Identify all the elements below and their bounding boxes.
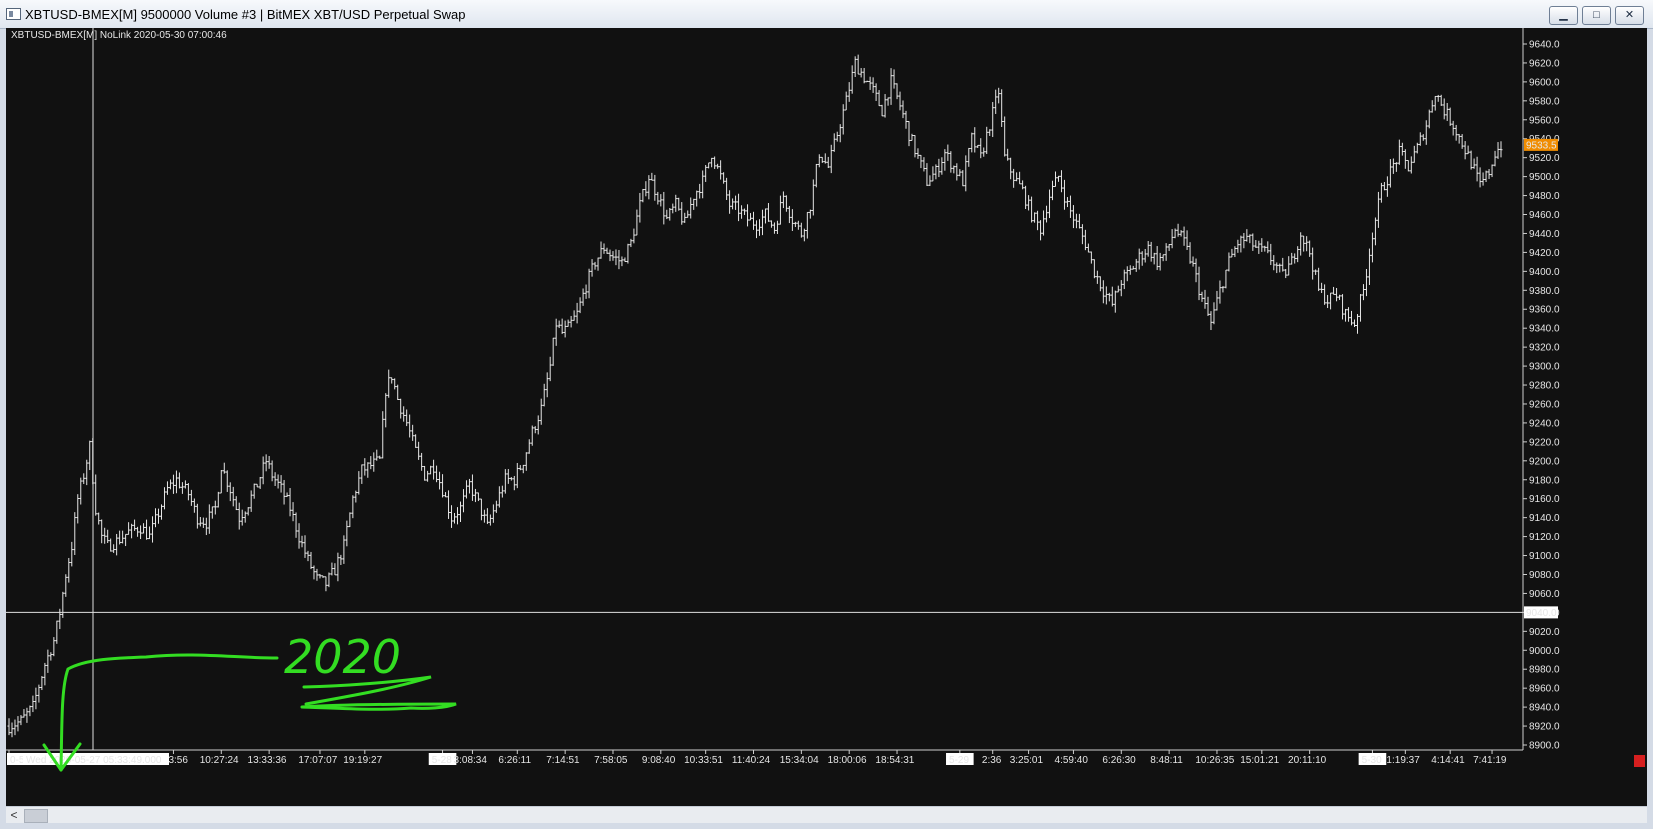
plot-background xyxy=(6,28,1523,750)
price-chart[interactable]: 9640.09620.09600.09580.09560.09540.09520… xyxy=(6,28,1647,806)
x-tick-label: 3:08:34 xyxy=(454,755,488,766)
y-tick-label: 9520.0 xyxy=(1529,153,1560,164)
y-tick-label: 9600.0 xyxy=(1529,77,1560,88)
y-tick-label: 9580.0 xyxy=(1529,96,1560,107)
y-tick-label: 9440.0 xyxy=(1529,229,1560,240)
y-tick-label: 9140.0 xyxy=(1529,513,1560,524)
chart-header-text: XBTUSD-BMEX[M] NoLink 2020-05-30 07:00:4… xyxy=(11,30,227,41)
annotation-2020-text: 2020 xyxy=(284,630,401,684)
x-tick-label: 6:26:30 xyxy=(1102,755,1136,766)
cursor-price-label: 9040.0 xyxy=(1526,608,1557,619)
y-tick-label: 9120.0 xyxy=(1529,532,1560,543)
last-price-label: 9533.5 xyxy=(1526,140,1557,151)
y-tick-label: 9400.0 xyxy=(1529,267,1560,278)
x-tick-label: 17:07:07 xyxy=(298,755,337,766)
y-tick-label: 9220.0 xyxy=(1529,437,1560,448)
x-tick-label: 15:01:21 xyxy=(1240,755,1279,766)
y-tick-label: 9340.0 xyxy=(1529,324,1560,335)
y-tick-label: 9060.0 xyxy=(1529,589,1560,600)
close-button[interactable]: ✕ xyxy=(1615,6,1644,25)
y-tick-label: 9000.0 xyxy=(1529,646,1560,657)
x-tick-label: 2:36 xyxy=(982,755,1002,766)
cursor-time-label: Wed 2020-05-27 05:33:49.000 xyxy=(26,755,162,766)
y-tick-label: 8900.0 xyxy=(1529,741,1560,752)
y-tick-label: 9380.0 xyxy=(1529,286,1560,297)
y-tick-label: 9200.0 xyxy=(1529,456,1560,467)
x-tick-label: 3:25:01 xyxy=(1010,755,1044,766)
y-tick-label: 8960.0 xyxy=(1529,684,1560,695)
x-tick-label: 5-28 xyxy=(432,755,452,766)
x-tick-label: 5-30 xyxy=(1362,755,1382,766)
y-tick-label: 9460.0 xyxy=(1529,210,1560,221)
x-tick-label: 6:26:11 xyxy=(498,755,531,766)
window-title: XBTUSD-BMEX[M] 9500000 Volume #3 | BitME… xyxy=(25,7,466,22)
y-tick-label: 8920.0 xyxy=(1529,722,1560,733)
y-tick-label: 9240.0 xyxy=(1529,418,1560,429)
x-tick-label: 8:48:11 xyxy=(1150,755,1183,766)
y-tick-label: 9420.0 xyxy=(1529,248,1560,259)
x-tick-label: 0-5 xyxy=(10,755,25,766)
y-tick-label: 8940.0 xyxy=(1529,703,1560,714)
x-tick-label: 4:59:40 xyxy=(1055,755,1089,766)
x-tick-label: 13:33:36 xyxy=(248,755,287,766)
y-tick-label: 9560.0 xyxy=(1529,115,1560,126)
x-tick-label: 10:27:24 xyxy=(200,755,239,766)
x-tick-label: 11:40:24 xyxy=(732,755,771,766)
alert-indicator xyxy=(1634,755,1645,767)
x-tick-label: 9:08:40 xyxy=(642,755,676,766)
y-tick-label: 9100.0 xyxy=(1529,551,1560,562)
x-tick-label: 7:41:19 xyxy=(1473,755,1507,766)
x-tick-label: 15:34:04 xyxy=(780,755,819,766)
scroll-thumb[interactable] xyxy=(24,809,48,823)
y-tick-label: 9180.0 xyxy=(1529,475,1560,486)
horizontal-scrollbar[interactable]: < xyxy=(6,806,1647,823)
window-titlebar: XBTUSD-BMEX[M] 9500000 Volume #3 | BitME… xyxy=(0,0,1653,29)
x-tick-label: 20:11:10 xyxy=(1288,755,1327,766)
y-tick-label: 9620.0 xyxy=(1529,58,1560,69)
x-tick-label: 7:58:05 xyxy=(594,755,628,766)
y-tick-label: 9480.0 xyxy=(1529,191,1560,202)
x-tick-label: 7:14:51 xyxy=(546,755,580,766)
x-tick-label: 4:14:41 xyxy=(1431,755,1465,766)
app-window-icon xyxy=(6,8,21,20)
x-tick-label: 18:00:06 xyxy=(828,755,867,766)
y-tick-label: 9300.0 xyxy=(1529,362,1560,373)
y-tick-label: 9640.0 xyxy=(1529,40,1560,51)
x-tick-label: 1:19:37 xyxy=(1386,755,1420,766)
y-tick-label: 9260.0 xyxy=(1529,399,1560,410)
y-tick-label: 9320.0 xyxy=(1529,343,1560,354)
y-tick-label: 9160.0 xyxy=(1529,494,1560,505)
y-tick-label: 8980.0 xyxy=(1529,665,1560,676)
x-tick-label: 10:33:51 xyxy=(684,755,723,766)
minimize-button[interactable]: ▁ xyxy=(1549,6,1578,25)
x-tick-label: 18:54:31 xyxy=(875,755,914,766)
y-tick-label: 9080.0 xyxy=(1529,570,1560,581)
x-tick-label: 10:26:35 xyxy=(1195,755,1234,766)
y-tick-label: 9500.0 xyxy=(1529,172,1560,183)
x-tick-label: 5-29 xyxy=(949,755,969,766)
scroll-left-arrow-icon[interactable]: < xyxy=(6,807,22,823)
y-tick-label: 9280.0 xyxy=(1529,381,1560,392)
y-tick-label: 9020.0 xyxy=(1529,627,1560,638)
maximize-button[interactable]: □ xyxy=(1582,6,1611,25)
chart-area[interactable]: 9640.09620.09600.09580.09560.09540.09520… xyxy=(6,28,1647,806)
x-tick-label: 19:19:27 xyxy=(343,755,382,766)
y-tick-label: 9360.0 xyxy=(1529,305,1560,316)
